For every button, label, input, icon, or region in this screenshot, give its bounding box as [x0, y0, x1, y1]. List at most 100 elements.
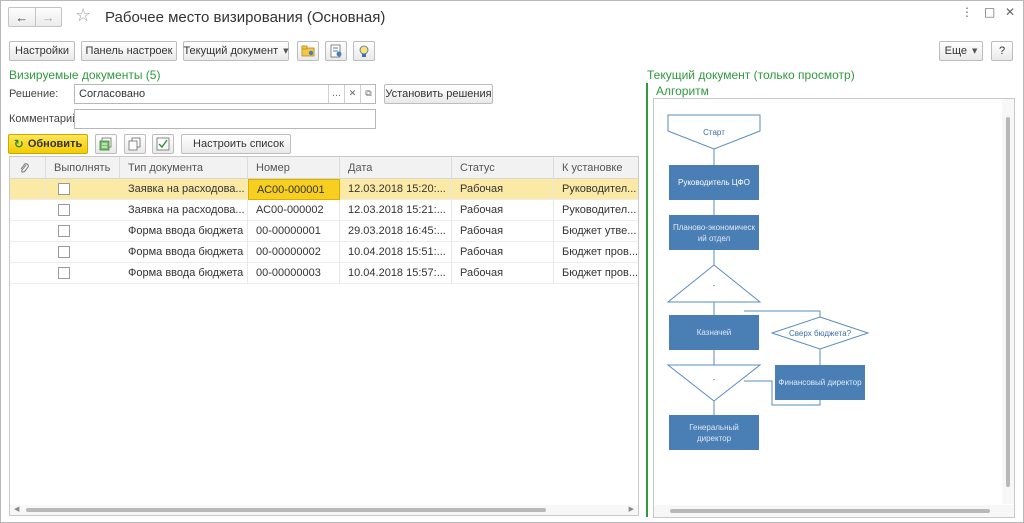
title-bar: ← → ☆ Рабочее место визирования (Основна… [1, 1, 1023, 35]
doc-type-cell: Форма ввода бюджета [120, 242, 248, 263]
column-header-doc-type[interactable]: Тип документа [120, 157, 248, 179]
maximize-icon[interactable]: □ [984, 5, 995, 19]
algorithm-title: Алгоритм [656, 84, 709, 98]
chevron-down-icon: ▼ [972, 47, 978, 55]
set-decisions-button[interactable]: Установить решения [384, 84, 493, 104]
date-cell: 10.04.2018 15:51:... [340, 242, 452, 263]
diagram-horizontal-scrollbar[interactable] [654, 505, 1014, 517]
attachment-column-header[interactable] [10, 157, 46, 179]
column-header-to-set[interactable]: К установке [554, 157, 638, 179]
hint-button[interactable] [353, 41, 375, 61]
planning-node[interactable] [669, 215, 759, 250]
flowchart: Старт Руководитель ЦФО Планово-экономиче… [666, 114, 870, 450]
table-row[interactable]: Форма ввода бюджета 00-00000001 29.03.20… [10, 221, 638, 242]
number-cell: 00-00000001 [248, 221, 340, 242]
document-gear-icon [330, 44, 342, 58]
settings-panel-button[interactable]: Панель настроек [81, 41, 177, 61]
status-cell: Рабочая [452, 221, 554, 242]
copy-icon [128, 137, 141, 151]
decision-label: Решение: [9, 88, 59, 100]
number-cell: 00-00000002 [248, 242, 340, 263]
paperclip-icon [20, 163, 29, 173]
algorithm-diagram: Старт Руководитель ЦФО Планово-экономиче… [653, 98, 1015, 518]
doc-type-cell: Форма ввода бюджета [120, 221, 248, 242]
current-document-label: Текущий документ [183, 45, 279, 57]
forward-button[interactable]: → [34, 8, 62, 26]
column-header-status[interactable]: Статус [452, 157, 554, 179]
general-director-node[interactable] [669, 415, 759, 450]
execute-checkbox[interactable] [58, 204, 70, 216]
star-icon[interactable]: ☆ [75, 5, 91, 26]
select-ellipsis-icon[interactable]: … [328, 85, 344, 103]
over-budget-label: Сверх бюджета? [789, 329, 852, 338]
configure-list-button[interactable]: Настроить список [181, 134, 291, 154]
number-cell: 00-00000003 [248, 263, 340, 284]
copy-button[interactable] [124, 134, 146, 154]
column-header-number[interactable]: Номер [248, 157, 340, 179]
financial-director-label: Финансовый директор [778, 378, 862, 387]
execute-checkbox[interactable] [58, 225, 70, 237]
branch-label: - [713, 281, 716, 290]
comment-field[interactable] [74, 109, 376, 129]
configure-list-label: Настроить список [193, 138, 284, 150]
treasurer-label: Казначей [697, 328, 731, 337]
number-cell: АС00-000001 [248, 179, 340, 200]
status-cell: Рабочая [452, 263, 554, 284]
scroll-thumb[interactable] [670, 509, 990, 513]
table-row[interactable]: Форма ввода бюджета 00-00000003 10.04.20… [10, 263, 638, 284]
table-horizontal-scrollbar[interactable]: ◀ ▶ [10, 505, 638, 515]
to-set-cell: Бюджет утве... [562, 225, 637, 237]
decision-field[interactable]: Согласовано … ✕ ⧉ [74, 84, 376, 104]
list-icon [99, 137, 112, 151]
date-cell: 12.03.2018 15:20:... [340, 179, 452, 200]
diagram-vertical-scrollbar[interactable] [1002, 99, 1014, 504]
to-set-cell: Руководител... [562, 183, 637, 195]
folder-gear-icon [301, 45, 315, 57]
document-settings-button[interactable] [325, 41, 347, 61]
branch-label: - [713, 375, 716, 384]
date-cell: 29.03.2018 16:45:... [340, 221, 452, 242]
attachment-cell [10, 179, 46, 200]
open-icon[interactable]: ⧉ [360, 85, 376, 103]
scroll-left-icon[interactable]: ◀ [14, 505, 19, 513]
table-row[interactable]: Форма ввода бюджета 00-00000002 10.04.20… [10, 242, 638, 263]
column-header-execute[interactable]: Выполнять [46, 157, 120, 179]
planning-label-2: ий отдел [698, 234, 731, 243]
execute-checkbox[interactable] [58, 267, 70, 279]
more-menu-icon[interactable]: ⋮ [961, 5, 973, 19]
close-icon[interactable]: ✕ [1005, 5, 1015, 19]
current-document-button[interactable]: Текущий документ ▼ [183, 41, 289, 61]
scroll-thumb[interactable] [26, 508, 546, 512]
checklist-button[interactable] [152, 134, 174, 154]
add-folder-button[interactable] [297, 41, 319, 61]
date-cell: 10.04.2018 15:57:... [340, 263, 452, 284]
documents-section-title: Визируемые документы (5) [9, 68, 161, 82]
checklist-icon [156, 137, 170, 151]
current-document-section-title: Текущий документ (только просмотр) [647, 68, 855, 82]
section-accent-bar [646, 83, 648, 517]
column-header-date[interactable]: Дата [340, 157, 452, 179]
execute-checkbox[interactable] [58, 183, 70, 195]
status-cell: Рабочая [452, 200, 554, 221]
decision-value: Согласовано [79, 88, 146, 100]
cfo-head-label: Руководитель ЦФО [678, 178, 750, 187]
scroll-right-icon[interactable]: ▶ [629, 505, 634, 513]
back-button[interactable]: ← [9, 8, 35, 26]
scroll-thumb[interactable] [1006, 117, 1010, 487]
bulb-icon [359, 45, 369, 57]
execute-checkbox[interactable] [58, 246, 70, 258]
settings-button[interactable]: Настройки [9, 41, 75, 61]
refresh-button[interactable]: ↻ Обновить [8, 134, 88, 154]
help-button[interactable]: ? [991, 41, 1013, 61]
start-label: Старт [703, 128, 725, 137]
more-label: Еще [944, 45, 967, 57]
clear-icon[interactable]: ✕ [344, 85, 360, 103]
to-set-cell: Руководител... [562, 204, 637, 216]
list-button[interactable] [95, 134, 117, 154]
general-director-label-2: директор [697, 434, 732, 443]
table-row[interactable]: Заявка на расходова... АС00-000001 12.03… [10, 179, 638, 200]
table-row[interactable]: Заявка на расходова... АС00-000002 12.03… [10, 200, 638, 221]
table-header: Выполнять Тип документа Номер Дата Стату… [10, 157, 638, 179]
more-button[interactable]: Еще ▼ [939, 41, 983, 61]
chevron-down-icon: ▼ [283, 47, 289, 55]
